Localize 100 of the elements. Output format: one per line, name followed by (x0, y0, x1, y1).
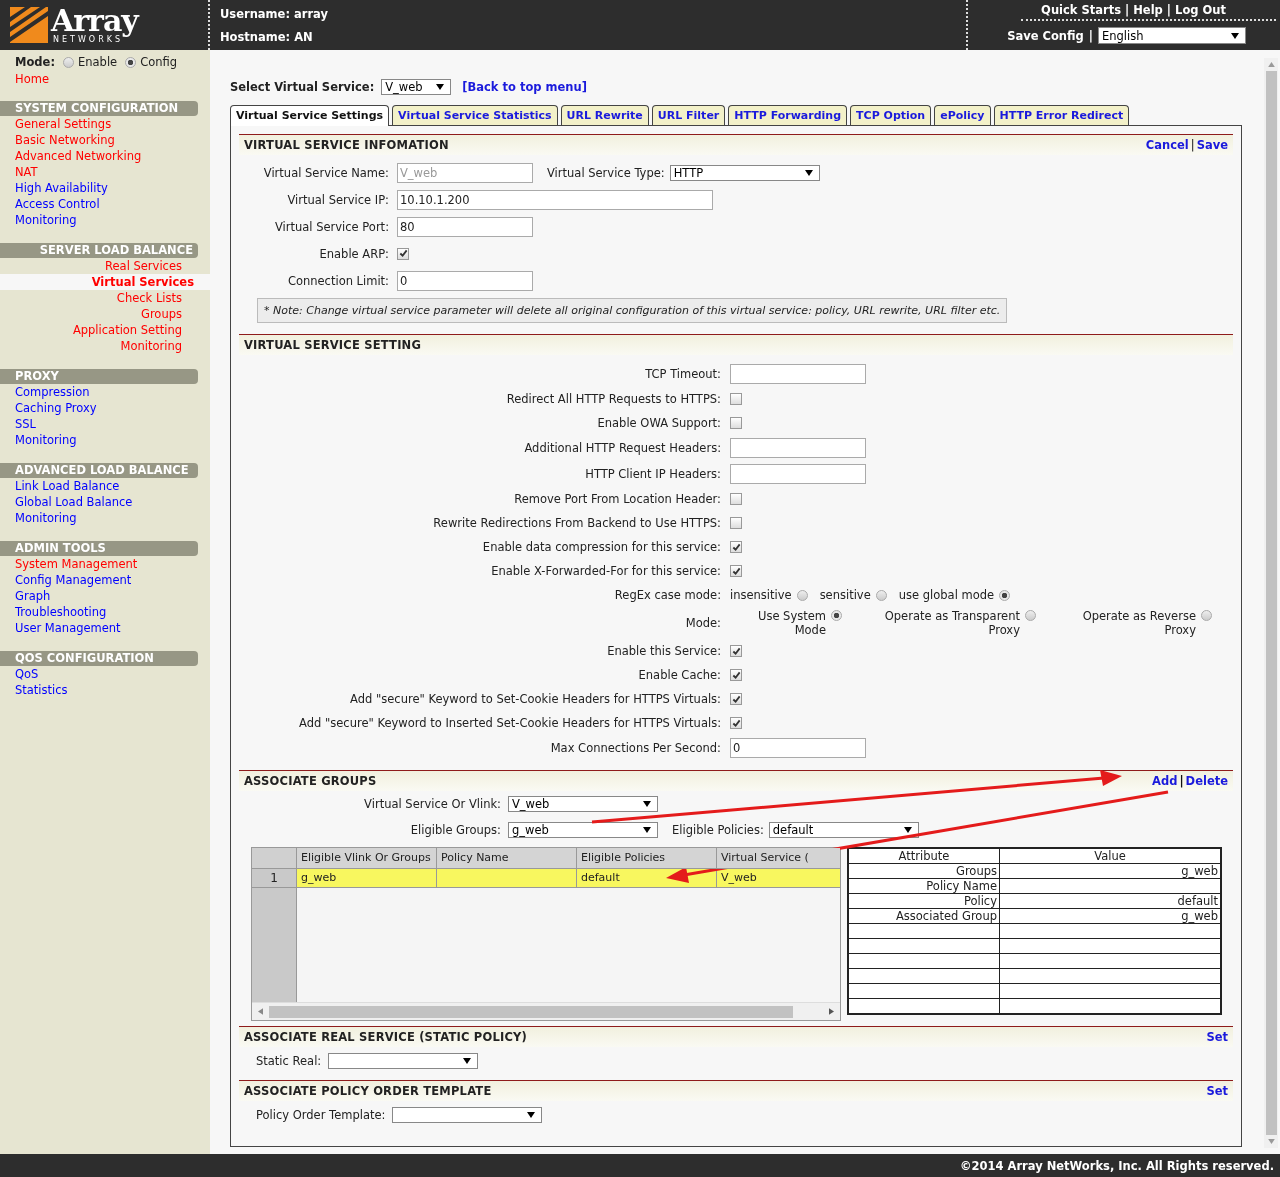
tab[interactable]: Virtual Service Settings (230, 105, 390, 126)
checkbox[interactable] (730, 717, 742, 729)
type-select[interactable]: HTTP (669, 164, 820, 181)
vlink-select[interactable]: V_web (508, 796, 658, 812)
radio-button[interactable] (125, 56, 137, 68)
header-link[interactable]: Quick Starts (1041, 3, 1122, 17)
back-link[interactable]: [Back to top menu] (462, 80, 587, 94)
text-field[interactable]: 0 (397, 270, 533, 291)
action-link[interactable]: Set (1206, 1084, 1228, 1098)
nav-link[interactable]: Config Management (15, 573, 132, 587)
nav-link[interactable]: Access Control (15, 197, 100, 211)
nav-link[interactable]: Troubleshooting (15, 605, 107, 619)
column-header: Attribute (848, 848, 1000, 864)
scroll-right-icon[interactable] (829, 1008, 834, 1015)
tab[interactable]: URL Filter (651, 105, 726, 125)
nav-link[interactable]: Monitoring (15, 213, 77, 227)
action-link[interactable]: Save (1196, 138, 1228, 152)
nav-link[interactable]: SSL (15, 417, 36, 431)
text-field[interactable]: 80 (397, 216, 533, 237)
tab[interactable]: ePolicy (934, 105, 991, 125)
scroll-down-icon[interactable] (1267, 1139, 1275, 1144)
tab[interactable]: TCP Option (850, 105, 932, 125)
service-select[interactable]: V_web (381, 79, 452, 95)
radio-button[interactable] (1201, 610, 1212, 621)
policies-select[interactable]: default (768, 822, 919, 838)
hostname-text: Hostname: AN (220, 29, 314, 44)
section-header: PROXY (0, 369, 198, 384)
field-label: Max Connections Per Second: (549, 741, 722, 755)
nav-link[interactable]: Statistics (15, 683, 68, 697)
action-link[interactable]: Delete (1185, 774, 1228, 788)
checkbox[interactable] (730, 645, 742, 657)
dropdown-select[interactable] (392, 1107, 543, 1123)
radio-label: use global mode (898, 588, 995, 602)
tab[interactable]: HTTP Forwarding (728, 105, 848, 125)
copyright-text: ©2014 Array NetWorks, Inc. All Rights reserved. (960, 1158, 1274, 1173)
save-config-link[interactable]: Save Config (1007, 28, 1084, 43)
mode-label: Mode: (15, 55, 55, 69)
action-link[interactable]: Add (1152, 774, 1178, 788)
nav-link[interactable]: High Availability (15, 181, 108, 195)
text-field[interactable] (730, 364, 866, 384)
column-header: Policy Name (437, 848, 577, 868)
checkbox[interactable] (730, 417, 742, 429)
field-label: Enable this Service: (606, 644, 722, 658)
field-label: Virtual Service IP: (286, 192, 390, 207)
field-label: Redirect All HTTP Requests to HTTPS: (505, 392, 722, 406)
nav-link[interactable]: Compression (15, 385, 90, 399)
groups-select[interactable]: g_web (508, 822, 658, 838)
nav-link[interactable]: Monitoring (15, 511, 77, 525)
horizontal-scrollbar[interactable] (252, 1002, 840, 1020)
nav-link[interactable]: Monitoring (15, 433, 77, 447)
table-cell: g_web (999, 908, 1221, 924)
action-link[interactable]: Cancel (1145, 138, 1189, 152)
scroll-left-icon[interactable] (258, 1008, 263, 1015)
checkbox[interactable] (730, 541, 742, 553)
radio-label: sensitive (819, 588, 871, 602)
section-header: SYSTEM CONFIGURATION (0, 101, 198, 116)
table-cell: default (999, 893, 1221, 909)
header-link[interactable]: Log Out (1175, 3, 1226, 17)
checkbox[interactable] (730, 493, 742, 505)
nav-link[interactable]: User Management (15, 621, 121, 635)
nav-link[interactable]: Caching Proxy (15, 401, 97, 415)
radio-label: Use System Mode (756, 609, 826, 637)
section-header: ADVANCED LOAD BALANCE (0, 463, 198, 478)
nav-link[interactable]: Link Load Balance (15, 479, 120, 493)
checkbox[interactable] (730, 693, 742, 705)
nav-link[interactable]: Global Load Balance (15, 495, 133, 509)
radio-button[interactable] (999, 589, 1011, 601)
vertical-scrollbar[interactable] (1264, 58, 1278, 1148)
nav-link[interactable]: Graph (15, 589, 51, 603)
checkbox[interactable] (730, 565, 742, 577)
radio-button[interactable] (875, 589, 887, 601)
field-label: Rewrite Redirections From Backend to Use HTTPS: (432, 516, 722, 530)
section-title: VIRTUAL SERVICE INFOMATION (244, 138, 449, 152)
text-field[interactable] (730, 464, 866, 484)
field-label: HTTP Client IP Headers: (584, 467, 722, 481)
action-link[interactable]: Set (1206, 1030, 1228, 1044)
radio-button[interactable] (1025, 610, 1036, 621)
field-label: Enable X-Forwarded-For for this service: (490, 564, 722, 578)
language-select[interactable]: English (1098, 27, 1246, 44)
checkbox[interactable] (730, 393, 742, 405)
checkbox[interactable] (730, 517, 742, 529)
scroll-up-icon[interactable] (1267, 62, 1275, 67)
dropdown-select[interactable] (328, 1053, 479, 1069)
tab[interactable]: Virtual Service Statistics (392, 105, 558, 125)
radio-button[interactable] (63, 56, 74, 68)
tab[interactable]: URL Rewrite (560, 105, 649, 125)
radio-label: Enable (78, 55, 118, 69)
text-field[interactable]: 10.10.1.200 (397, 189, 713, 210)
grid-row[interactable]: g_web default V_web (297, 869, 840, 888)
text-field[interactable] (730, 438, 866, 458)
checkbox[interactable] (730, 669, 742, 681)
field-label: Virtual Service Name: (262, 165, 390, 180)
checkbox[interactable] (397, 247, 409, 260)
radio-button[interactable] (796, 589, 808, 601)
header-link[interactable]: Help (1133, 3, 1163, 17)
tab[interactable]: HTTP Error Redirect (993, 105, 1130, 125)
nav-link[interactable]: QoS (15, 667, 39, 681)
text-field[interactable]: 0 (730, 738, 866, 758)
field-label: Virtual Service Type: (546, 165, 666, 180)
radio-button[interactable] (831, 610, 842, 621)
